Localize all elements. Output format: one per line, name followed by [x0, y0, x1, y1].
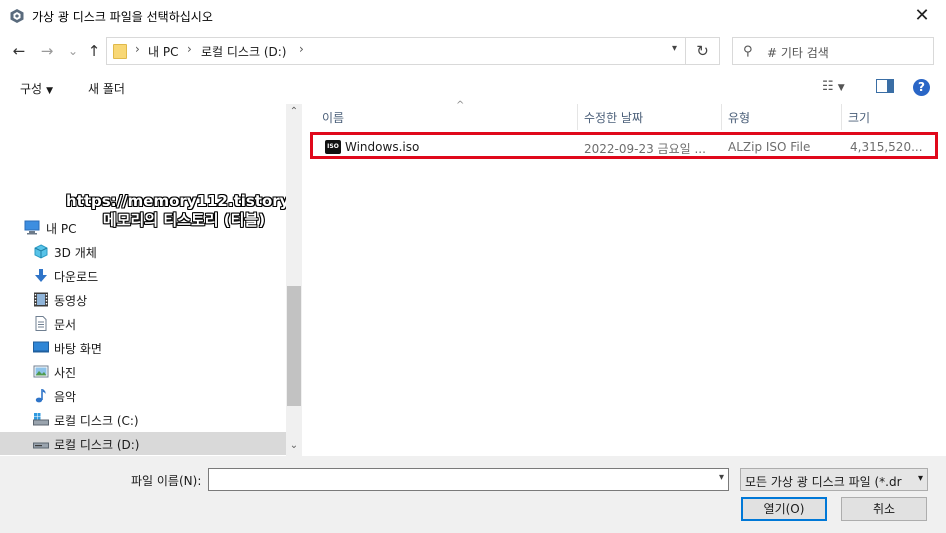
sidebar-item-drive-c[interactable]: 로컬 디스크 (C:)	[0, 408, 286, 431]
file-size: 4,315,520...	[850, 140, 923, 154]
sidebar-item-desktop[interactable]: 바탕 화면	[0, 336, 286, 359]
preview-pane-icon[interactable]	[876, 79, 894, 93]
sidebar-item-label: 동영상	[54, 294, 88, 308]
file-name: Windows.iso	[345, 140, 420, 154]
column-name-label: 이름	[322, 111, 345, 125]
chevron-down-icon[interactable]: ▾	[719, 472, 724, 483]
watermark-url: https://memory112.tistory.com	[66, 192, 302, 210]
sidebar-item-3d-objects[interactable]: 3D 개체	[0, 240, 286, 263]
column-date-label: 수정한 날짜	[584, 111, 644, 125]
document-icon	[35, 316, 47, 331]
scrollbar-thumb[interactable]	[287, 286, 301, 406]
new-folder-button[interactable]: 새 폴더	[88, 80, 125, 97]
scroll-down-icon[interactable]: ⌄	[286, 440, 302, 451]
column-size-label: 크기	[848, 111, 871, 125]
filename-label: 파일 이름(N):	[131, 474, 202, 488]
breadcrumb-this-pc[interactable]: 내 PC	[148, 43, 178, 60]
navigation-pane: 내 PC 3D 개체 다운로드 동영상 문서 바탕 화면 사진 음악 로컬 디스…	[0, 104, 302, 456]
chevron-down-icon: ▼	[46, 86, 54, 96]
column-type-label: 유형	[728, 111, 751, 125]
sort-ascending-icon: ^	[456, 100, 465, 111]
sidebar-item-label: 문서	[54, 318, 77, 332]
breadcrumb-drive-d[interactable]: 로컬 디스크 (D:)	[201, 43, 286, 60]
address-dropdown-icon[interactable]: ▾	[672, 43, 677, 54]
search-input[interactable]: ⚲ # 기타 검색	[732, 37, 934, 65]
window-title: 가상 광 디스크 파일을 선택하십시오	[32, 10, 213, 24]
breadcrumb-separator: ›	[187, 42, 192, 56]
file-type-filter-select[interactable]: 모든 가상 광 디스크 파일 (*.dr ▾	[740, 468, 928, 491]
help-icon[interactable]: ?	[913, 79, 930, 96]
open-button[interactable]: 열기(O)	[741, 497, 827, 521]
sidebar-item-label: 다운로드	[54, 270, 99, 284]
watermark-text: https://memory112.tistory.com 메모리의 티스토리 …	[66, 192, 302, 230]
address-bar[interactable]: › 내 PC › 로컬 디스크 (D:) › ▾	[106, 37, 686, 65]
sidebar-item-documents[interactable]: 문서	[0, 312, 286, 335]
command-toolbar: 구성 ▼ 새 폴더 ☷ ▼ ?	[0, 70, 946, 104]
windows-drive-icon	[33, 413, 49, 426]
cancel-button[interactable]: 취소	[841, 497, 927, 521]
file-type: ALZip ISO File	[728, 140, 811, 154]
picture-icon	[33, 365, 49, 378]
file-date: 2022-09-23 금요일 ...	[584, 142, 706, 156]
folder-icon	[113, 44, 127, 59]
iso-file-icon: ISO	[325, 140, 341, 154]
sidebar-item-label: 사진	[54, 366, 77, 380]
breadcrumb-separator: ›	[135, 42, 140, 56]
recent-locations-chevron-icon[interactable]: ⌄	[64, 41, 82, 61]
sidebar-item-videos[interactable]: 동영상	[0, 288, 286, 311]
search-icon: ⚲	[743, 44, 753, 59]
file-list: 이름 ^ 수정한 날짜 유형 크기 ISO Windows.iso 2022-0…	[302, 100, 946, 456]
dialog-footer: 파일 이름(N): ▾ 모든 가상 광 디스크 파일 (*.dr ▾ 열기(O)…	[0, 456, 946, 533]
music-note-icon	[35, 389, 46, 403]
title-bar: 가상 광 디스크 파일을 선택하십시오 ✕	[0, 0, 946, 32]
sidebar-item-label: 3D 개체	[54, 246, 97, 260]
sidebar-scrollbar[interactable]: ⌃ ⌄	[286, 104, 302, 456]
sidebar-item-label: 로컬 디스크 (D:)	[54, 438, 140, 452]
table-row[interactable]: ISO Windows.iso 2022-09-23 금요일 ... ALZip…	[310, 132, 938, 159]
forward-arrow-icon[interactable]: →	[38, 41, 56, 61]
sidebar-item-label: 로컬 디스크 (C:)	[54, 414, 139, 428]
film-icon	[34, 292, 48, 307]
vmware-logo-icon	[10, 9, 24, 23]
scroll-up-icon[interactable]: ⌃	[286, 106, 302, 117]
drive-icon	[33, 442, 49, 449]
back-arrow-icon[interactable]: ←	[10, 41, 28, 61]
chevron-down-icon[interactable]: ▾	[918, 473, 923, 484]
computer-icon	[24, 220, 40, 235]
watermark-blog-name: 메모리의 티스토리 (티블)	[102, 211, 266, 229]
desktop-icon	[33, 341, 49, 353]
column-header-date[interactable]: 수정한 날짜	[578, 104, 722, 130]
cube-3d-icon	[34, 244, 48, 259]
sidebar-item-music[interactable]: 음악	[0, 384, 286, 407]
sidebar-item-drive-d[interactable]: 로컬 디스크 (D:)	[0, 432, 286, 455]
download-arrow-icon	[35, 269, 47, 282]
filename-field[interactable]: ▾	[208, 468, 729, 491]
refresh-icon[interactable]: ↻	[686, 37, 720, 65]
column-header-name[interactable]: 이름 ^	[316, 100, 578, 130]
sidebar-item-downloads[interactable]: 다운로드	[0, 264, 286, 287]
file-type-filter-value: 모든 가상 광 디스크 파일 (*.dr	[745, 475, 902, 489]
up-arrow-icon[interactable]: ↑	[85, 41, 103, 61]
sidebar-item-label: 바탕 화면	[54, 342, 102, 356]
organize-button[interactable]: 구성 ▼	[20, 80, 53, 97]
sidebar-item-label: 음악	[54, 390, 77, 404]
search-placeholder: # 기타 검색	[767, 46, 829, 60]
organize-label: 구성	[20, 82, 43, 96]
breadcrumb-separator: ›	[299, 42, 304, 56]
sidebar-item-pictures[interactable]: 사진	[0, 360, 286, 383]
column-header-type[interactable]: 유형	[722, 104, 842, 130]
close-icon[interactable]: ✕	[906, 4, 938, 28]
column-header-size[interactable]: 크기	[842, 104, 936, 130]
view-options-icon[interactable]: ☷ ▼	[822, 79, 856, 97]
navigation-bar: ← → ⌄ ↑ › 내 PC › 로컬 디스크 (D:) › ▾ ↻ ⚲ # 기…	[0, 32, 946, 70]
